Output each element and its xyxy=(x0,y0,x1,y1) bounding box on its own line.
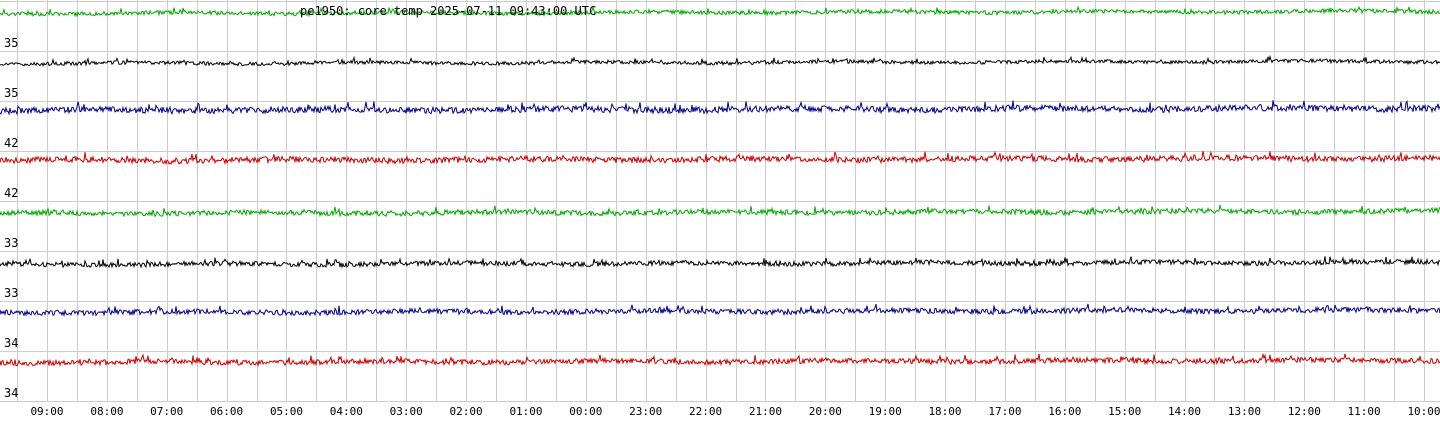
x-tick-label: 07:00 xyxy=(150,405,183,418)
x-tick-label: 22:00 xyxy=(689,405,722,418)
x-tick-label: 10:00 xyxy=(1407,405,1440,418)
x-tick-label: 19:00 xyxy=(869,405,902,418)
x-tick-label: 14:00 xyxy=(1168,405,1201,418)
grid xyxy=(0,0,1440,402)
x-tick-label: 13:00 xyxy=(1228,405,1261,418)
x-tick-label: 01:00 xyxy=(509,405,542,418)
x-tick-label: 11:00 xyxy=(1348,405,1381,418)
x-tick-label: 12:00 xyxy=(1288,405,1321,418)
x-tick-label: 00:00 xyxy=(569,405,602,418)
x-tick-label: 17:00 xyxy=(988,405,1021,418)
x-tick-label: 06:00 xyxy=(210,405,243,418)
series-label-1: 35 xyxy=(4,36,18,50)
series-line-2 xyxy=(0,54,1440,68)
x-tick-label: 03:00 xyxy=(390,405,423,418)
series-label-8: 34 xyxy=(4,386,18,400)
series-line-1 xyxy=(0,5,1440,18)
x-tick-label: 15:00 xyxy=(1108,405,1141,418)
series-label-5: 33 xyxy=(4,236,18,250)
series-line-6 xyxy=(0,256,1440,269)
x-tick-label: 20:00 xyxy=(809,405,842,418)
x-tick-label: 18:00 xyxy=(928,405,961,418)
series-line-8 xyxy=(0,352,1440,368)
x-tick-label: 16:00 xyxy=(1048,405,1081,418)
series-line-3 xyxy=(0,99,1440,116)
series-label-6: 33 xyxy=(4,286,18,300)
series-line-5 xyxy=(0,204,1440,218)
x-tick-label: 21:00 xyxy=(749,405,782,418)
x-tick-label: 05:00 xyxy=(270,405,303,418)
x-axis-ticks: 09:00 08:00 07:00 06:00 05:00 04:00 03:00 02:00… xyxy=(30,405,1440,418)
x-tick-label: 02:00 xyxy=(450,405,483,418)
chart: 35 35 42 42 33 33 34 34 09:00 08:00 07:00 06:00 05:… xyxy=(0,0,1440,421)
series-labels: 35 35 42 42 33 33 34 34 xyxy=(4,36,18,400)
x-tick-label: 04:00 xyxy=(330,405,363,418)
series-group xyxy=(0,5,1440,368)
series-label-4: 42 xyxy=(4,186,18,200)
chart-svg: 35 35 42 42 33 33 34 34 09:00 08:00 07:00 06:00 05:… xyxy=(0,0,1440,418)
series-line-7 xyxy=(0,303,1440,318)
x-tick-label: 08:00 xyxy=(90,405,123,418)
x-tick-label: 23:00 xyxy=(629,405,662,418)
series-line-4 xyxy=(0,150,1440,166)
chart-title: pe1950: core temp 2025-07-11 09:43:00 UT… xyxy=(300,4,596,18)
x-tick-label: 09:00 xyxy=(30,405,63,418)
series-label-2: 35 xyxy=(4,86,18,100)
series-label-3: 42 xyxy=(4,136,18,150)
series-label-7: 34 xyxy=(4,336,18,350)
